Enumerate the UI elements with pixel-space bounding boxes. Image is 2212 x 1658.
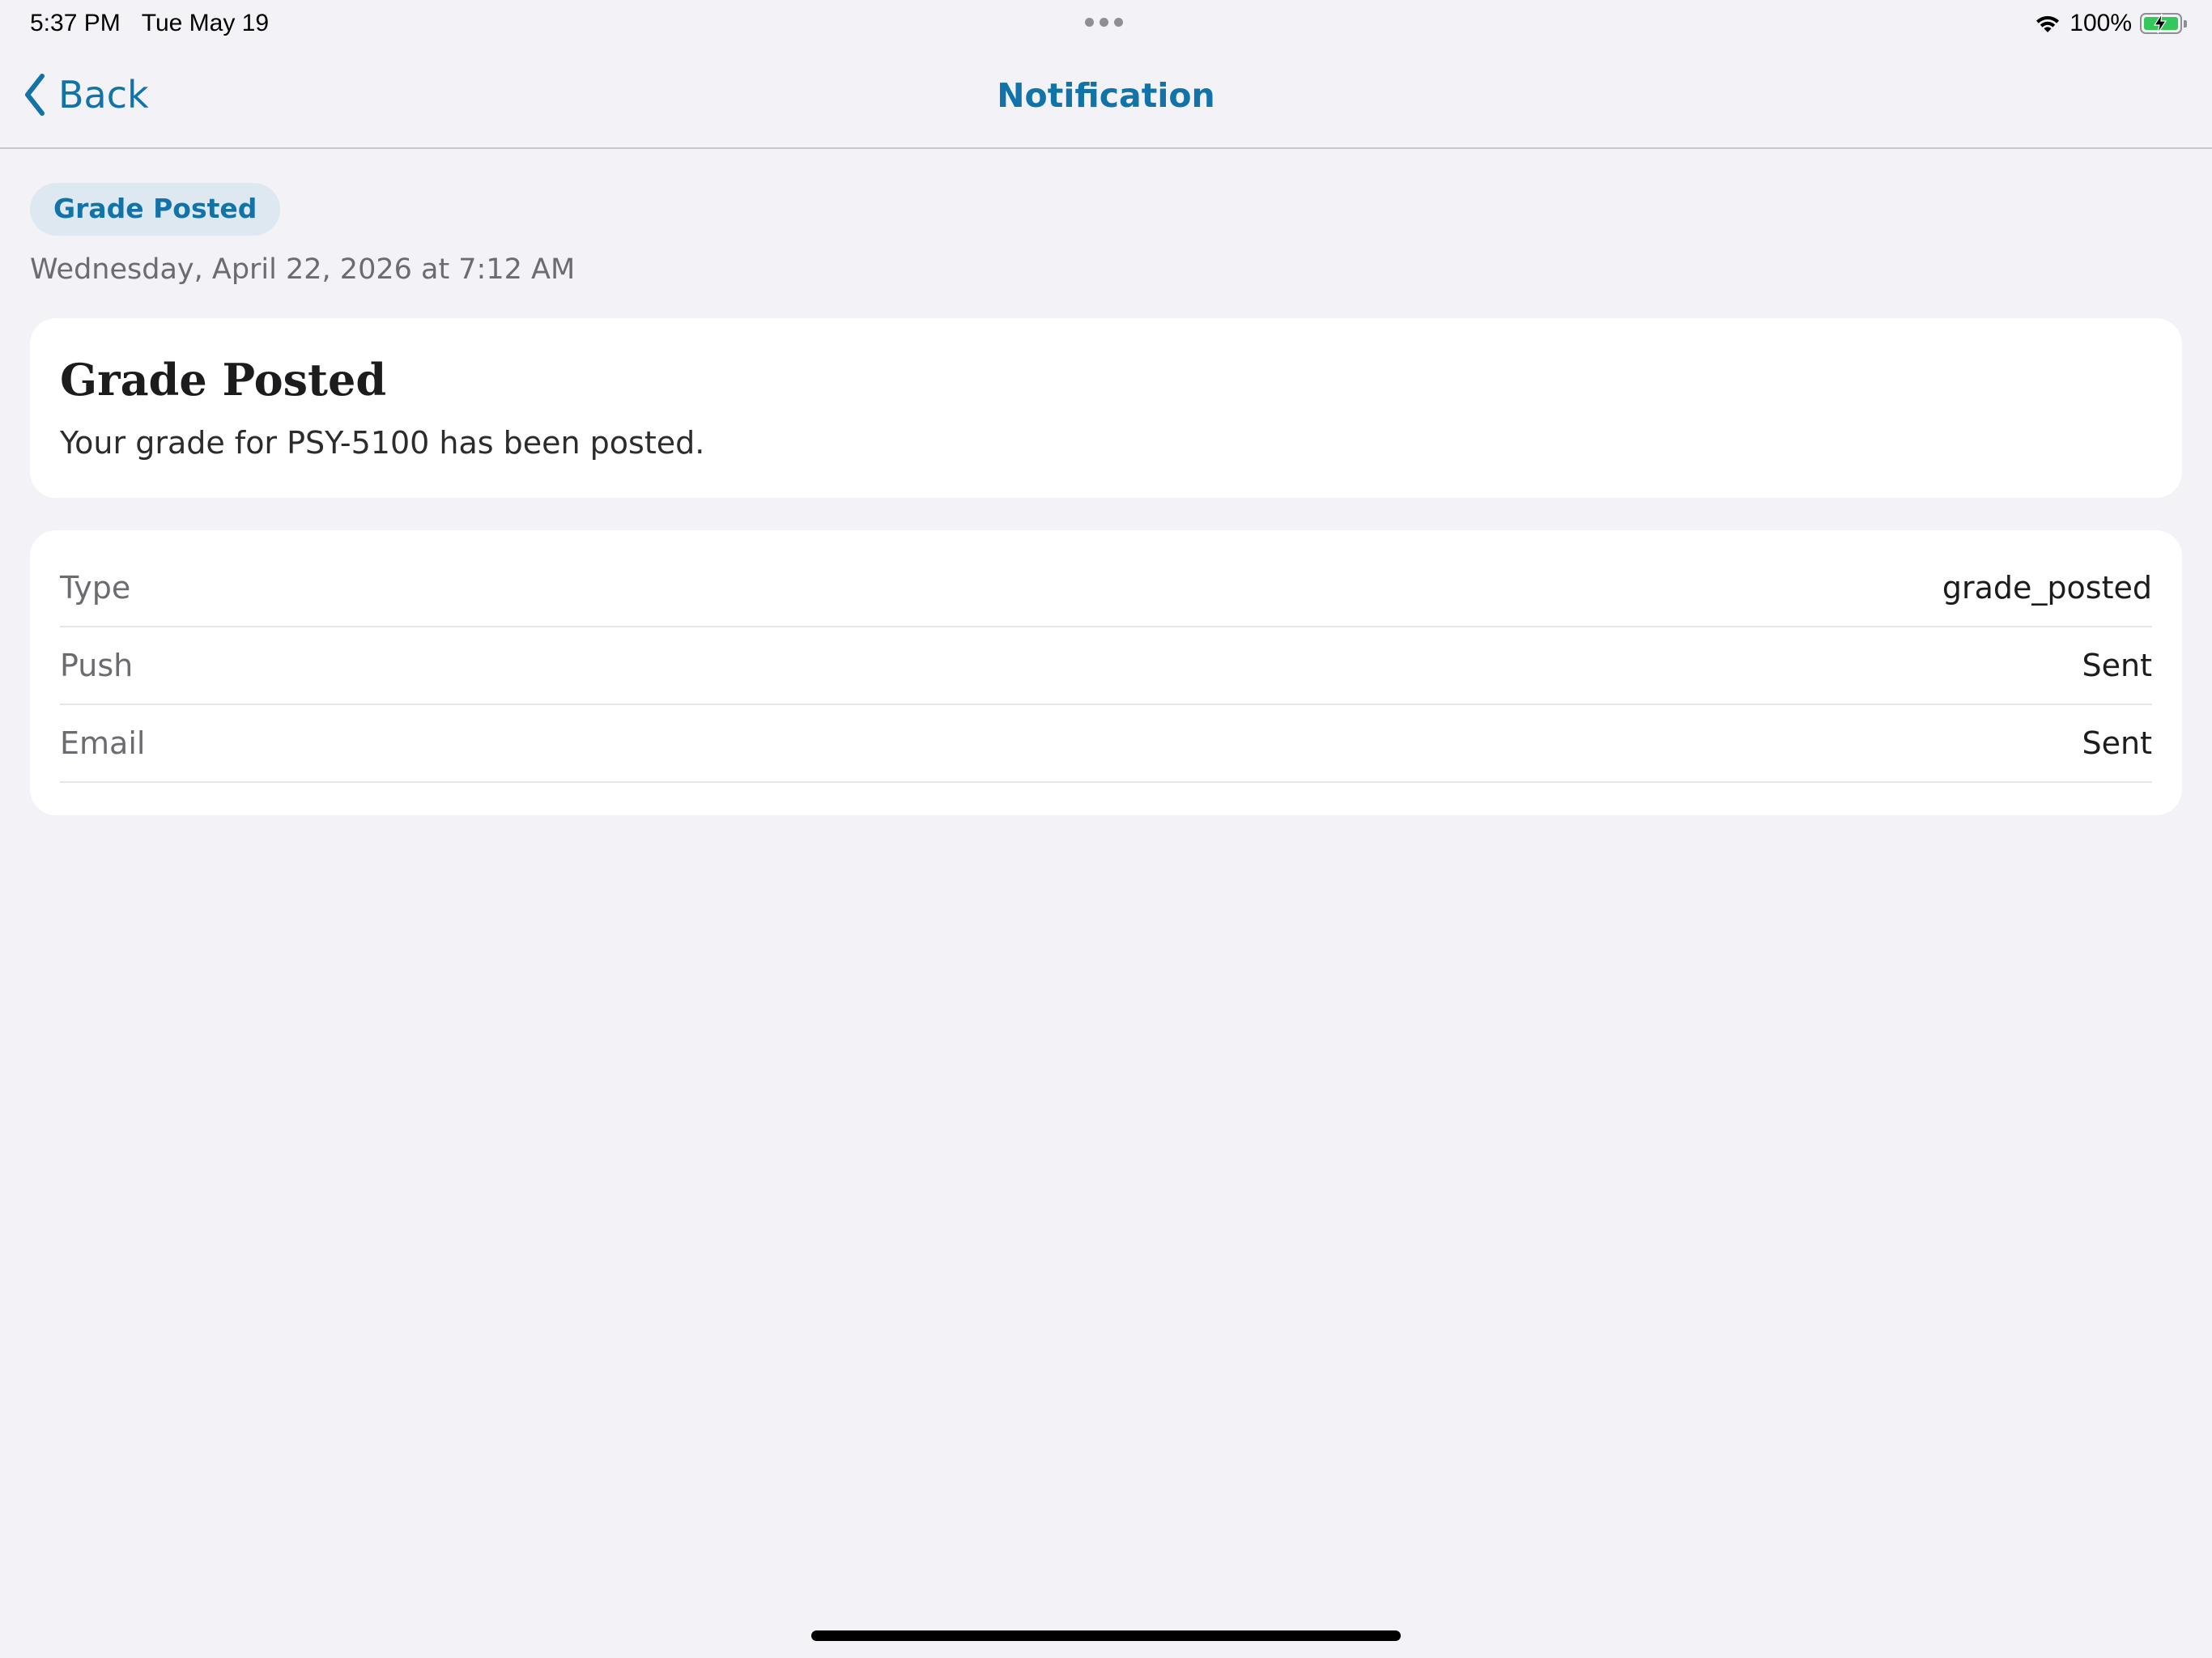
status-left: 5:37 PM Tue May 19 xyxy=(30,10,269,37)
notification-detail: Grade Posted Wednesday, April 22, 2026 a… xyxy=(30,183,2182,815)
status-date: Tue May 19 xyxy=(141,10,270,36)
home-indicator[interactable] xyxy=(811,1630,1401,1641)
notification-type-badge: Grade Posted xyxy=(30,183,281,236)
notification-body: Your grade for PSY-5100 has been posted. xyxy=(60,425,705,461)
multitasking-dots-icon[interactable] xyxy=(1085,18,1123,27)
detail-value: Sent xyxy=(2082,648,2152,683)
battery-charging-icon xyxy=(2140,13,2187,34)
battery-percent: 100% xyxy=(2069,10,2132,36)
notification-timestamp: Wednesday, April 22, 2026 at 7:12 AM xyxy=(30,253,576,286)
navigation-bar: Back Notification xyxy=(0,49,2212,149)
detail-row-type: Type grade_posted xyxy=(60,550,2152,627)
status-right: 100% xyxy=(2034,10,2187,37)
message-card: Grade Posted Your grade for PSY-5100 has… xyxy=(30,318,2182,498)
detail-label: Push xyxy=(60,648,134,683)
detail-label: Email xyxy=(60,725,146,761)
detail-label: Type xyxy=(60,570,131,606)
dot xyxy=(1100,18,1108,27)
wifi-icon xyxy=(2036,15,2060,32)
details-card: Type grade_posted Push Sent Email Sent xyxy=(30,530,2182,815)
battery-cap xyxy=(2184,20,2187,28)
page-title: Notification xyxy=(997,76,1215,115)
dot xyxy=(1085,18,1094,27)
detail-value: grade_posted xyxy=(1942,570,2152,606)
notification-title: Grade Posted xyxy=(60,354,387,406)
detail-row-push: Push Sent xyxy=(60,627,2152,705)
detail-value: Sent xyxy=(2082,725,2152,761)
dot xyxy=(1114,18,1123,27)
status-time: 5:37 PM xyxy=(30,10,121,36)
lightning-bolt-icon xyxy=(2153,13,2167,34)
status-bar: 5:37 PM Tue May 19 100% xyxy=(0,0,2212,49)
detail-row-email: Email Sent xyxy=(60,705,2152,783)
